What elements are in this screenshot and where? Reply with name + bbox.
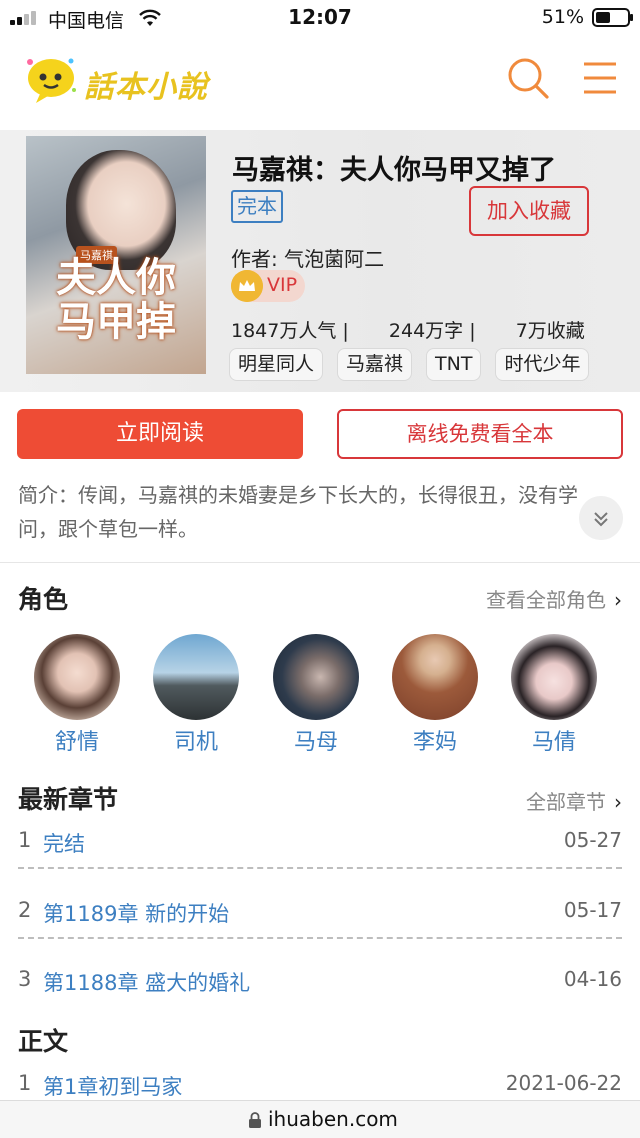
expand-summary-icon[interactable] — [579, 496, 623, 540]
avatar — [511, 634, 597, 720]
status-badge: 完本 — [231, 190, 283, 223]
divider — [0, 562, 640, 563]
chapter-row[interactable]: 2 第1189章 新的开始 05-17 — [18, 898, 622, 938]
row-divider — [18, 937, 622, 939]
chapter-date: 05-27 — [563, 828, 622, 852]
view-all-roles-label: 查看全部角色 — [486, 588, 606, 612]
chapter-number: 1 — [18, 828, 32, 852]
status-bar: 中国电信 12:07 51% — [0, 0, 640, 36]
role-item[interactable]: 马母 — [272, 634, 360, 756]
avatar — [34, 634, 120, 720]
role-item[interactable]: 李妈 — [391, 634, 479, 756]
role-name: 李妈 — [412, 730, 457, 755]
tag-item[interactable]: 时代少年 — [495, 348, 590, 381]
offline-read-button[interactable]: 离线免费看全本 — [337, 409, 623, 459]
tag-item[interactable]: 明星同人 — [229, 348, 324, 381]
lock-icon — [249, 1112, 261, 1128]
site-header: 話本小說 — [0, 36, 640, 128]
add-to-favorites-button[interactable]: 加入收藏 — [469, 186, 589, 236]
role-name: 舒情 — [54, 730, 99, 755]
book-stats: 1847万人气 | 244万字 | 7万收藏 — [231, 316, 585, 343]
view-all-roles-link[interactable]: 查看全部角色 › — [486, 584, 622, 613]
search-icon[interactable] — [506, 56, 550, 100]
chapter-title[interactable]: 完结 — [43, 828, 85, 858]
role-name: 司机 — [173, 730, 218, 755]
vip-label: VIP — [267, 274, 298, 296]
role-item[interactable]: 司机 — [152, 634, 240, 756]
chapter-number: 1 — [18, 1071, 32, 1095]
author-label[interactable]: 作者: 气泡菌阿二 — [231, 243, 384, 272]
url-text: ihuaben.com — [268, 1107, 398, 1131]
book-summary: 简介：传闻，马嘉祺的未婚妻是乡下长大的，长得很丑，没有学问，跟个草包一样。 — [18, 483, 578, 541]
chapter-number: 2 — [18, 898, 32, 922]
logo-text[interactable]: 話本小說 — [84, 62, 208, 106]
chapter-date: 05-17 — [563, 898, 622, 922]
main-text-title: 正文 — [18, 1027, 69, 1056]
all-chapters-label: 全部章节 — [526, 790, 606, 814]
popularity-stat: 1847万人气 | — [231, 320, 349, 342]
battery-icon — [592, 8, 633, 27]
logo-icon[interactable] — [24, 56, 78, 104]
cover-title-art: 夫人你 马甲掉 — [56, 254, 176, 345]
all-chapters-link[interactable]: 全部章节 › — [526, 786, 622, 815]
tag-item[interactable]: TNT — [426, 348, 482, 381]
role-item[interactable]: 舒情 — [33, 634, 121, 756]
book-title: 马嘉祺：夫人你马甲又掉了 — [232, 155, 556, 186]
chevron-right-icon: › — [614, 588, 622, 612]
read-now-button[interactable]: 立即阅读 — [17, 409, 303, 459]
chapter-row[interactable]: 3 第1188章 盛大的婚礼 04-16 — [18, 967, 622, 1007]
crown-icon — [231, 270, 263, 302]
avatar — [153, 634, 239, 720]
chapter-number: 3 — [18, 967, 32, 991]
chapter-row[interactable]: 1 完结 05-27 — [18, 828, 622, 868]
tag-list: 明星同人 马嘉祺 TNT 时代少年 — [229, 348, 640, 382]
chapter-title[interactable]: 第1188章 盛大的婚礼 — [43, 967, 250, 997]
role-item[interactable]: 马倩 — [510, 634, 598, 756]
vip-badge: VIP — [231, 270, 305, 302]
battery-percent: 51% — [541, 6, 584, 28]
chevron-right-icon: › — [614, 790, 622, 814]
chapter-date: 04-16 — [563, 967, 622, 991]
chapter-title[interactable]: 第1章初到马家 — [43, 1071, 182, 1101]
book-cover[interactable]: 马嘉祺 夫人你 马甲掉 — [26, 136, 206, 374]
role-name: 马倩 — [531, 730, 576, 755]
latest-chapters-title: 最新章节 — [18, 785, 119, 814]
row-divider — [18, 867, 622, 869]
word-count-stat: 244万字 | — [388, 320, 476, 342]
roles-title: 角色 — [18, 585, 69, 614]
book-info: 马嘉祺 夫人你 马甲掉 马嘉祺：夫人你马甲又掉了 完本 加入收藏 作者: 气泡菌阿… — [0, 130, 640, 392]
browser-url-bar[interactable]: ihuaben.com — [0, 1100, 640, 1138]
tag-item[interactable]: 马嘉祺 — [337, 348, 413, 381]
role-name: 马母 — [293, 730, 338, 755]
menu-icon[interactable] — [580, 60, 620, 96]
avatar — [273, 634, 359, 720]
role-list: 舒情 司机 马母 李妈 马倩 — [0, 634, 640, 756]
avatar — [392, 634, 478, 720]
chapter-date: 2021-06-22 — [505, 1071, 622, 1095]
chapter-title[interactable]: 第1189章 新的开始 — [43, 898, 229, 928]
favorites-stat: 7万收藏 — [515, 320, 585, 342]
